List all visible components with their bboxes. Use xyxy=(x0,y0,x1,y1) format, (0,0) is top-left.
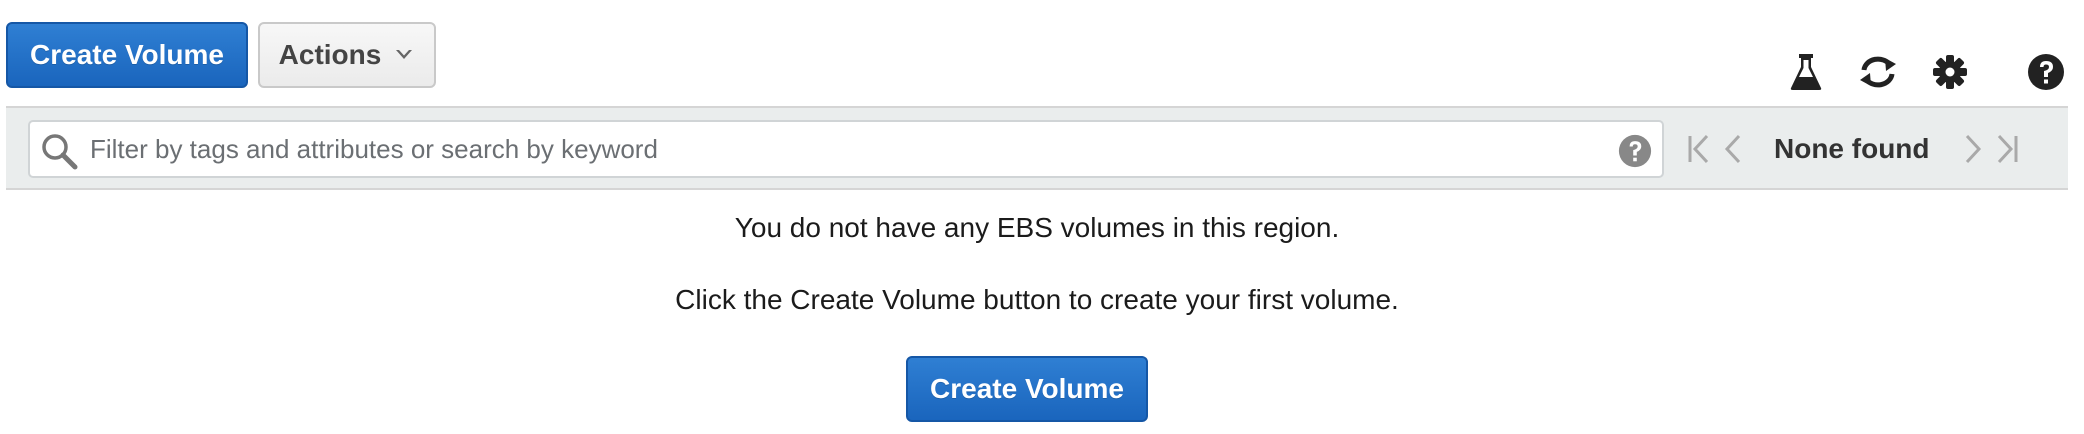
actions-label: Actions xyxy=(278,39,382,70)
actions-dropdown-button[interactable]: Actions xyxy=(258,22,436,88)
help-icon[interactable] xyxy=(2026,52,2066,92)
create-volume-button[interactable]: Create Volume xyxy=(6,22,248,88)
search-box[interactable] xyxy=(28,120,1664,178)
previous-page-icon[interactable] xyxy=(1716,129,1750,169)
flask-icon[interactable] xyxy=(1786,52,1826,92)
refresh-icon[interactable] xyxy=(1858,52,1898,92)
empty-state-instruction: Click the Create Volume button to create… xyxy=(675,284,1399,315)
last-page-icon[interactable] xyxy=(1990,129,2024,169)
next-page-icon[interactable] xyxy=(1956,129,1990,169)
search-input[interactable] xyxy=(88,128,1588,170)
search-icon xyxy=(40,132,78,170)
first-page-icon[interactable] xyxy=(1682,129,1716,169)
filter-bar: None found xyxy=(6,106,2068,190)
search-help-icon[interactable] xyxy=(1618,134,1652,168)
create-volume-button-empty-state[interactable]: Create Volume xyxy=(906,356,1148,422)
pagination: None found xyxy=(1682,126,2024,172)
chevron-down-icon xyxy=(393,44,415,66)
top-toolbar: Create Volume Actions xyxy=(0,0,2084,106)
empty-state-message: You do not have any EBS volumes in this … xyxy=(734,212,1340,243)
gear-icon[interactable] xyxy=(1930,52,1970,92)
pagination-status: None found xyxy=(1774,133,1930,164)
